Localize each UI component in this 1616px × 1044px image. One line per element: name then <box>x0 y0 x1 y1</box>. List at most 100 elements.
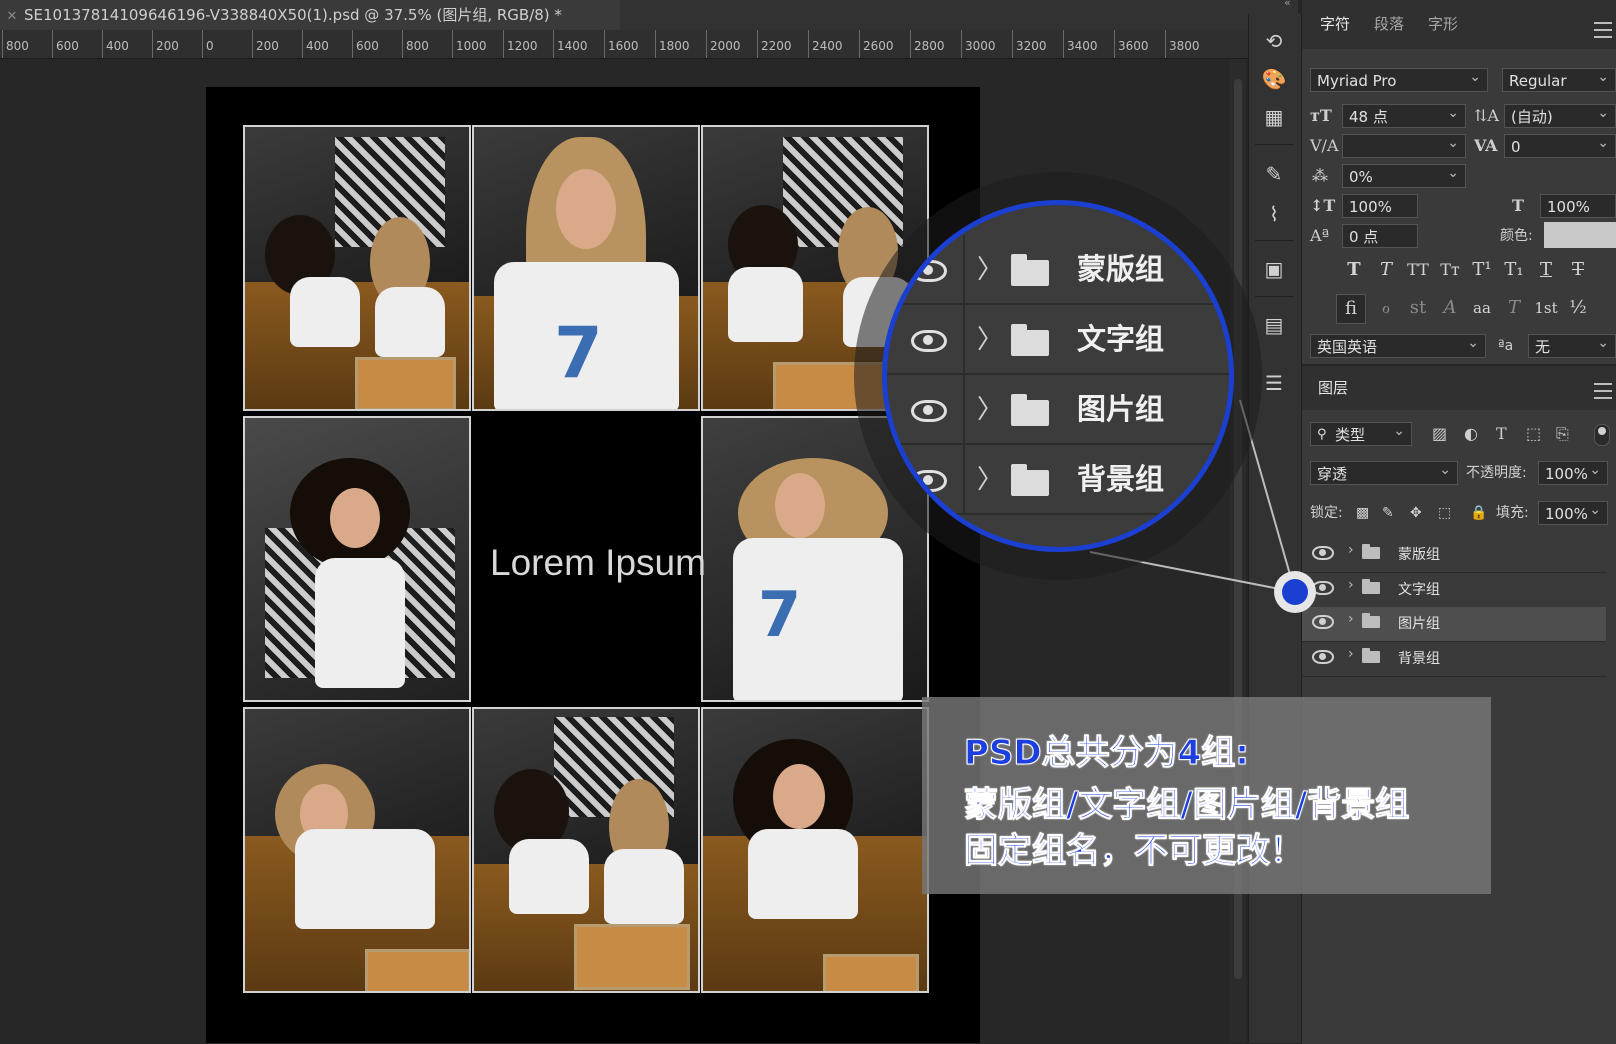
expand-chevron-icon[interactable]: › <box>1348 611 1354 627</box>
photo-cell[interactable] <box>701 707 929 993</box>
expand-chevron-icon[interactable]: › <box>1348 542 1354 558</box>
tool-separator <box>1255 144 1293 145</box>
font-style-select[interactable]: Regular <box>1502 65 1616 92</box>
text-color-swatch[interactable] <box>1544 222 1616 248</box>
properties-icon[interactable]: ▤ <box>1259 310 1289 340</box>
note-line: 固定组名，不可更改！ <box>964 831 1305 872</box>
all-caps-button[interactable]: TT <box>1404 256 1432 284</box>
ruler-tick: 2800 <box>910 30 945 58</box>
filter-toggle-switch[interactable] <box>1594 424 1610 446</box>
ruler-tick: 1400 <box>553 30 588 58</box>
ruler-tick: 400 <box>102 30 129 58</box>
photo-cell[interactable]: 7 <box>472 125 700 411</box>
leading-input[interactable]: (自动) <box>1504 101 1616 128</box>
row-divider <box>963 235 965 303</box>
photo-cell[interactable] <box>243 125 471 411</box>
language-select[interactable]: 英国英语 <box>1310 331 1486 358</box>
stylistic-alternates-button[interactable]: A <box>1436 294 1464 322</box>
faux-italic-button[interactable]: T <box>1372 256 1400 284</box>
blend-mode-select[interactable]: 穿透 <box>1310 458 1458 485</box>
leading-icon: ⇅A <box>1474 106 1499 125</box>
faux-bold-button[interactable]: T <box>1340 256 1368 284</box>
visibility-eye-icon[interactable] <box>1312 650 1334 664</box>
visibility-eye-icon[interactable] <box>1312 615 1334 629</box>
color-palette-icon[interactable]: 🎨 <box>1259 64 1289 94</box>
fractions-button[interactable]: ½ <box>1564 294 1592 322</box>
opacity-input[interactable]: 100% <box>1538 458 1608 485</box>
brush-settings-icon[interactable]: ✎ <box>1259 159 1289 189</box>
folder-icon <box>1011 464 1049 496</box>
ruler-tick: 1200 <box>503 30 538 58</box>
clone-source-icon[interactable]: ▣ <box>1259 254 1289 284</box>
close-tab-icon[interactable]: ✕ <box>0 2 24 32</box>
kerning-input[interactable] <box>1342 131 1466 158</box>
photo-cell[interactable] <box>472 707 700 993</box>
brush-presets-icon[interactable]: ⌇ <box>1259 199 1289 229</box>
panel-collapse-bar[interactable]: « <box>1248 0 1298 14</box>
tab-paragraph[interactable]: 段落 <box>1374 10 1404 38</box>
filter-smart-object-icon[interactable]: ⎘ <box>1556 422 1569 446</box>
layer-group-row[interactable]: › 文字组 <box>1302 573 1606 608</box>
panel-menu-icon[interactable] <box>1594 383 1612 399</box>
ligatures-button[interactable]: fi <box>1336 294 1366 324</box>
canvas-text-layer[interactable]: Lorem Ipsum <box>483 538 713 588</box>
layer-group-row[interactable]: › 蒙版组 <box>1302 538 1606 573</box>
lock-position-icon[interactable]: ✥ <box>1410 501 1422 525</box>
lock-transparency-icon[interactable]: ▩ <box>1356 501 1369 525</box>
visibility-eye-icon[interactable] <box>1312 546 1334 560</box>
horizontal-scale-input[interactable]: 100% <box>1540 194 1616 218</box>
subscript-button[interactable]: T₁ <box>1500 256 1528 284</box>
photo-cell[interactable] <box>243 707 471 993</box>
horizontal-ruler[interactable]: 800 600 400 200 0 200 400 600 800 1000 1… <box>0 30 1248 59</box>
layer-group-row-selected[interactable]: › 图片组 <box>1302 607 1606 642</box>
strikethrough-button[interactable]: T <box>1564 256 1592 284</box>
filter-shape-icon[interactable]: ⬚ <box>1526 422 1541 446</box>
magnified-layer-row: 〉 蒙版组 <box>887 235 1229 305</box>
titling-alternates-button[interactable]: aa <box>1468 294 1496 322</box>
tsume-input[interactable]: 0% <box>1342 161 1466 188</box>
tab-character[interactable]: 字符 <box>1320 10 1350 38</box>
collapse-arrows-icon[interactable]: « <box>1284 0 1291 9</box>
filter-adjustment-icon[interactable]: ◐ <box>1464 422 1478 446</box>
ruler-tick: 3400 <box>1063 30 1098 58</box>
person-shirt <box>315 558 405 688</box>
lock-pixels-icon[interactable]: ✎ <box>1382 501 1394 525</box>
tab-layers[interactable]: 图层 <box>1318 374 1348 402</box>
filter-pixel-icon[interactable]: ▨ <box>1432 422 1447 446</box>
document-tab[interactable]: ✕ SE10137814109646196-V338840X50(1).psd @… <box>0 0 620 31</box>
panel-menu-icon[interactable] <box>1594 22 1612 38</box>
baseline-shift-input[interactable]: 0 点 <box>1342 224 1418 248</box>
font-family-select[interactable]: Myriad Pro <box>1310 65 1488 92</box>
expand-chevron-icon[interactable]: › <box>1348 646 1354 662</box>
underline-button[interactable]: T <box>1532 256 1560 284</box>
lock-artboard-icon[interactable]: ⬚ <box>1438 501 1451 525</box>
ordinals-style-button[interactable]: T <box>1500 294 1528 322</box>
pizza-box <box>355 357 456 409</box>
layer-group-row[interactable]: › 背景组 <box>1302 642 1606 677</box>
ruler-tick: 2000 <box>706 30 741 58</box>
swash-button[interactable]: st <box>1404 294 1432 322</box>
filter-type-icon[interactable]: T <box>1496 422 1507 446</box>
tab-bar-empty <box>620 0 1248 30</box>
adjustments-icon[interactable]: ☰ <box>1259 368 1289 398</box>
old-style-button[interactable]: ℴ <box>1372 294 1400 322</box>
small-caps-button[interactable]: Tт <box>1436 256 1464 284</box>
expand-chevron-icon[interactable]: › <box>1348 577 1354 593</box>
fill-input[interactable]: 100% <box>1538 498 1608 525</box>
ordinals-button[interactable]: 1st <box>1532 294 1560 322</box>
horizontal-scale-icon: T <box>1512 196 1524 215</box>
vertical-scrollbar[interactable] <box>1230 59 1246 1043</box>
tracking-input[interactable]: 0 <box>1504 131 1616 158</box>
layer-filter-select[interactable]: ⚲ 类型 <box>1310 419 1412 446</box>
antialias-select[interactable]: 无 <box>1528 331 1616 358</box>
tool-separator <box>1255 240 1293 241</box>
font-size-input[interactable]: 48 点 <box>1342 101 1466 128</box>
superscript-button[interactable]: T¹ <box>1468 256 1496 284</box>
antialias-icon: ªa <box>1498 338 1514 354</box>
history-icon[interactable]: ⟲ <box>1259 26 1289 56</box>
photo-cell[interactable] <box>243 416 471 702</box>
tab-glyphs[interactable]: 字形 <box>1428 10 1458 38</box>
lock-all-icon[interactable]: 🔒 <box>1470 501 1487 525</box>
vertical-scale-input[interactable]: 100% <box>1342 194 1418 218</box>
swatches-grid-icon[interactable]: ▦ <box>1259 102 1289 132</box>
